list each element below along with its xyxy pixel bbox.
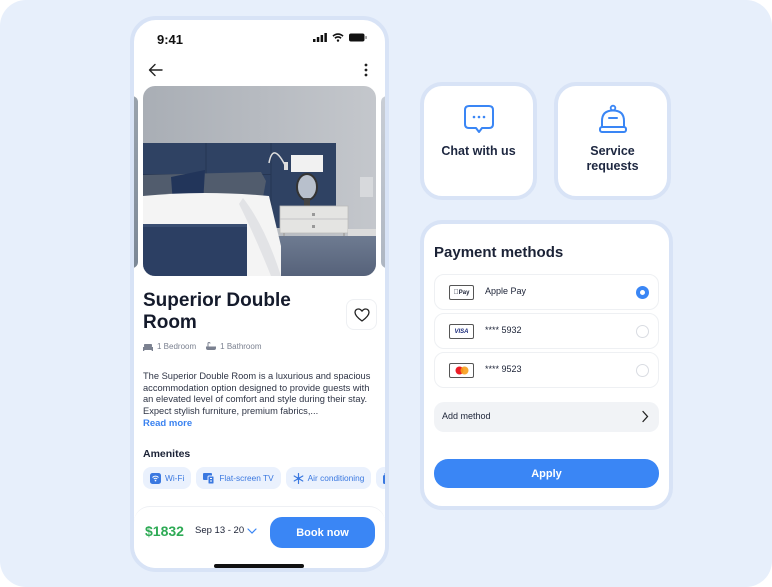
status-bar: 9:41 xyxy=(134,20,385,60)
bed-icon xyxy=(143,343,153,351)
service-bell-icon xyxy=(598,104,627,133)
amenity-label: Air conditioning xyxy=(307,473,365,483)
payment-option-label: Apple Pay xyxy=(485,286,527,296)
chevron-down-icon xyxy=(247,527,257,534)
service-requests-card[interactable]: Service requests xyxy=(554,82,671,200)
mastercard-logo-icon xyxy=(449,363,474,378)
read-more-link[interactable]: Read more xyxy=(143,418,192,429)
snowflake-icon xyxy=(293,472,304,484)
radio-unselected[interactable] xyxy=(636,364,649,377)
visa-logo-icon: VISA xyxy=(449,324,474,339)
payment-methods-card: Payment methods Pay Apple Pay VISA ****… xyxy=(420,220,673,510)
home-indicator xyxy=(214,564,304,568)
amenities-list: Wi-Fi Flat-screen TV Air conditioning xyxy=(143,467,385,489)
room-title: Superior Double Room xyxy=(143,290,291,333)
service-icon-wrap xyxy=(595,102,631,138)
add-method-button[interactable]: Add method xyxy=(434,402,659,432)
status-icons xyxy=(313,33,367,42)
tv-icon xyxy=(203,472,215,484)
payment-option-label: **** 9523 xyxy=(485,364,522,374)
apple-pay-logo-text: Pay xyxy=(456,289,470,296)
payment-methods-title: Payment methods xyxy=(434,244,564,261)
service-requests-label: Service requests xyxy=(586,144,639,173)
date-range-label: Sep 13 - 20 xyxy=(195,525,245,536)
nav-bar xyxy=(134,58,385,84)
chat-with-us-card[interactable]: Chat with us xyxy=(420,82,537,200)
apple-pay-logo-icon: Pay xyxy=(449,285,474,300)
book-now-button[interactable]: Book now xyxy=(270,517,375,548)
payment-option-mastercard[interactable]: **** 9523 xyxy=(434,352,659,388)
payment-option-apple-pay[interactable]: Pay Apple Pay xyxy=(434,274,659,310)
apply-button[interactable]: Apply xyxy=(434,459,659,488)
amenity-chip-tv[interactable]: Flat-screen TV xyxy=(196,467,281,489)
chat-icon-wrap xyxy=(461,102,497,138)
booking-footer: $1832 Sep 13 - 20 Book now xyxy=(134,506,385,568)
bedroom-photo-illustration xyxy=(143,86,376,276)
visa-logo-text: VISA xyxy=(454,328,469,335)
price: $1832 xyxy=(145,523,184,539)
bathrooms-label: 1 Bathroom xyxy=(220,342,262,351)
bedrooms-label: 1 Bedroom xyxy=(157,342,197,351)
radio-unselected[interactable] xyxy=(636,325,649,338)
room-photo xyxy=(143,86,376,276)
mastercard-circles-icon xyxy=(455,366,468,375)
payment-option-visa[interactable]: VISA **** 5932 xyxy=(434,313,659,349)
favorite-button[interactable] xyxy=(346,299,377,330)
room-description: The Superior Double Room is a luxurious … xyxy=(143,371,371,416)
amenity-label: Wi-Fi xyxy=(165,473,185,483)
chevron-right-icon xyxy=(642,410,649,423)
add-method-label: Add method xyxy=(442,411,491,421)
radio-selected[interactable] xyxy=(636,286,649,299)
chat-bubble-icon xyxy=(463,105,494,133)
heart-icon xyxy=(353,307,370,322)
amenity-label: Flat-screen TV xyxy=(219,473,274,483)
battery-icon xyxy=(349,33,367,42)
wifi-signal-icon xyxy=(332,33,344,42)
cellular-signal-icon xyxy=(313,33,327,42)
room-photo-gallery[interactable] xyxy=(134,86,385,278)
wifi-icon xyxy=(150,472,161,484)
payment-option-label: **** 5932 xyxy=(485,325,522,335)
appliance-icon xyxy=(383,472,385,484)
date-range-selector[interactable]: Sep 13 - 20 xyxy=(195,525,257,536)
phone-room-detail: 9:41 Superior Double Room 1 Bedroom 1 Ba… xyxy=(130,16,389,572)
room-specs: 1 Bedroom 1 Bathroom xyxy=(143,342,262,351)
status-time: 9:41 xyxy=(157,32,184,47)
more-options-icon[interactable] xyxy=(361,60,371,80)
amenity-chip-air-conditioning[interactable]: Air conditioning xyxy=(285,467,372,489)
amenity-chip-wifi[interactable]: Wi-Fi xyxy=(143,467,192,489)
bathtub-icon xyxy=(206,342,217,350)
amenities-heading: Amenites xyxy=(143,448,191,460)
next-photo-peek[interactable] xyxy=(381,96,385,268)
spec-bathrooms: 1 Bathroom xyxy=(206,342,262,351)
back-arrow-icon[interactable] xyxy=(146,60,166,80)
chat-with-us-label: Chat with us xyxy=(441,144,516,158)
spec-bedrooms: 1 Bedroom xyxy=(143,342,196,351)
previous-photo-peek[interactable] xyxy=(134,96,138,268)
amenity-chip-more[interactable] xyxy=(376,467,385,489)
